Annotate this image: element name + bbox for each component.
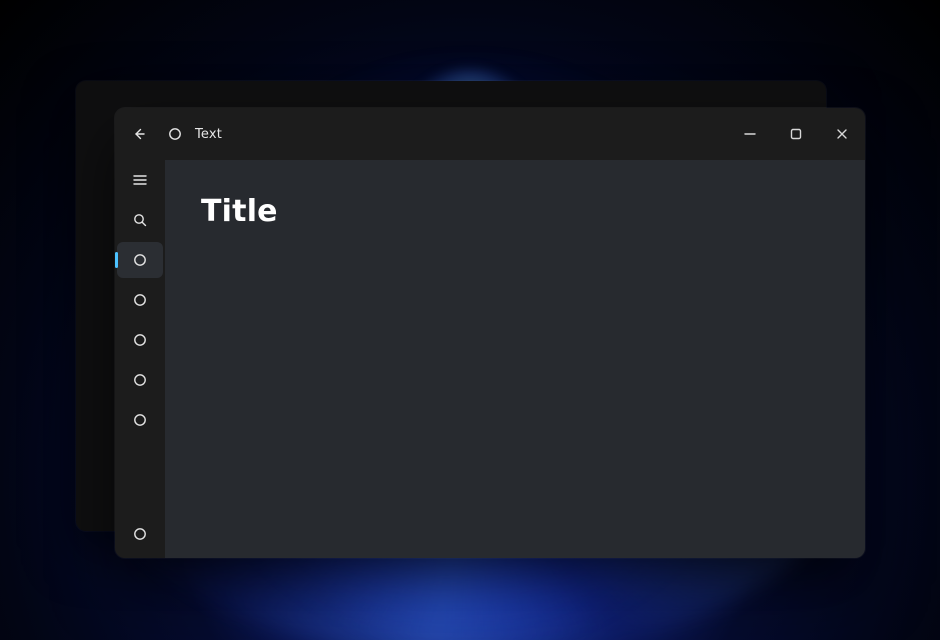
- caption-buttons: [727, 116, 865, 152]
- app-icon-button[interactable]: [157, 116, 193, 152]
- hamburger-icon: [132, 172, 148, 188]
- circle-icon: [132, 332, 148, 348]
- nav-search-button[interactable]: [117, 202, 163, 238]
- content-pane: Title: [165, 160, 865, 558]
- maximize-icon: [790, 128, 802, 140]
- nav-item-4[interactable]: [117, 362, 163, 398]
- nav-item-5[interactable]: [117, 402, 163, 438]
- search-icon: [132, 212, 148, 228]
- circle-icon: [132, 526, 148, 542]
- circle-icon: [132, 412, 148, 428]
- minimize-button[interactable]: [727, 116, 773, 152]
- nav-item-3[interactable]: [117, 322, 163, 358]
- circle-icon: [132, 252, 148, 268]
- app-body: Title: [115, 160, 865, 558]
- circle-icon: [132, 292, 148, 308]
- nav-footer-item[interactable]: [117, 516, 163, 552]
- nav-rail-top: [115, 162, 165, 238]
- circle-icon: [132, 372, 148, 388]
- maximize-button[interactable]: [773, 116, 819, 152]
- nav-rail-footer: [115, 516, 165, 558]
- app-circle-icon: [167, 126, 183, 142]
- back-button[interactable]: [121, 116, 157, 152]
- page-title: Title: [201, 194, 829, 229]
- close-icon: [836, 128, 848, 140]
- nav-hamburger-button[interactable]: [117, 162, 163, 198]
- close-button[interactable]: [819, 116, 865, 152]
- minimize-icon: [744, 128, 756, 140]
- nav-item-2[interactable]: [117, 282, 163, 318]
- titlebar: Text: [115, 108, 865, 160]
- arrow-left-icon: [131, 126, 147, 142]
- app-window: Text: [115, 108, 865, 558]
- nav-rail-items: [115, 242, 165, 438]
- nav-item-1[interactable]: [117, 242, 163, 278]
- titlebar-title: Text: [195, 127, 222, 142]
- nav-rail: [115, 160, 165, 558]
